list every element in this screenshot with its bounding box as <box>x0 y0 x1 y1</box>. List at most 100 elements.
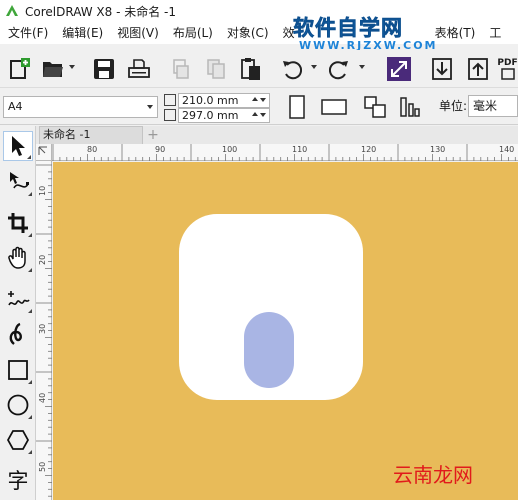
ruler-v-label: 10 <box>38 185 47 196</box>
ruler-h-label: 90 <box>155 145 166 154</box>
spin-down-icon[interactable] <box>260 113 266 117</box>
spin-up-icon[interactable] <box>252 97 258 101</box>
text-tool-icon: 字 <box>7 469 29 493</box>
width-icon <box>164 94 176 106</box>
ellipse-tool[interactable] <box>3 390 33 420</box>
print-icon <box>128 59 150 78</box>
height-field[interactable]: 297.0 mm <box>178 108 270 123</box>
menu-view[interactable]: 视图(V) <box>109 22 165 44</box>
text-tool[interactable]: 字 <box>3 465 33 495</box>
menu-layout[interactable]: 布局(L) <box>165 22 219 44</box>
undo-icon <box>283 61 303 80</box>
open-folder-icon <box>43 62 63 77</box>
paste-icon <box>241 58 260 80</box>
freehand-tool[interactable] <box>3 284 33 314</box>
current-page-icon <box>400 97 420 117</box>
horizontal-ruler[interactable]: 80 90 100 110 120 130 140 <box>52 144 518 161</box>
import-button[interactable] <box>430 56 454 82</box>
unit-select[interactable]: 毫米 <box>468 95 518 117</box>
cut-icon <box>173 59 189 79</box>
new-document-button[interactable] <box>6 56 32 82</box>
zoom-fit-button[interactable] <box>386 56 412 82</box>
standard-toolbar: PDF <box>0 50 518 88</box>
horizontal-ruler-ticks <box>52 144 516 161</box>
menu-table[interactable]: 表格(T) <box>427 22 482 44</box>
print-button[interactable] <box>126 56 152 82</box>
redo-dropdown-arrow[interactable] <box>359 65 365 69</box>
undo-button[interactable] <box>280 56 304 82</box>
coreldraw-icon <box>4 3 20 19</box>
artistic-media-tool[interactable] <box>3 319 33 349</box>
export-icon <box>468 58 488 80</box>
polygon-tool-icon <box>7 430 29 450</box>
height-value: 297.0 mm <box>182 109 239 122</box>
pan-tool[interactable] <box>3 243 33 273</box>
ruler-v-label: 50 <box>38 461 47 472</box>
pick-tool[interactable] <box>3 131 33 161</box>
unit-label: 单位: <box>439 99 468 113</box>
menu-effects[interactable]: 效 <box>275 22 301 44</box>
width-value: 210.0 mm <box>182 94 239 107</box>
page-size-select[interactable]: A4 <box>3 96 158 118</box>
landscape-icon <box>321 99 347 115</box>
all-pages-icon <box>364 96 386 118</box>
import-icon <box>432 58 452 80</box>
menu-object[interactable]: 对象(C) <box>219 22 275 44</box>
ruler-h-label: 120 <box>361 145 377 154</box>
current-page-button[interactable] <box>397 94 423 120</box>
open-button[interactable] <box>40 56 66 82</box>
blue-pill-shape[interactable] <box>244 312 294 388</box>
add-tab-icon[interactable]: + <box>146 128 160 142</box>
ruler-v-label: 30 <box>38 323 47 334</box>
freehand-tool-icon <box>8 291 30 306</box>
publish-pdf-button[interactable]: PDF <box>497 56 518 82</box>
publish-pdf-icon <box>500 68 515 80</box>
document-tab-label: 未命名 -1 <box>43 128 91 141</box>
width-field[interactable]: 210.0 mm <box>178 93 270 108</box>
flyout-indicator <box>28 450 32 454</box>
flyout-indicator <box>28 268 32 272</box>
ruler-h-label: 100 <box>222 145 238 154</box>
rectangle-tool[interactable] <box>3 355 33 385</box>
redo-button[interactable] <box>327 56 351 82</box>
flyout-indicator <box>28 233 32 237</box>
ellipse-tool-icon <box>7 394 29 416</box>
menu-bar: 文件(F) 编辑(E) 视图(V) 布局(L) 对象(C) 效 表格(T) 工 <box>0 22 518 44</box>
document-tab-bar: 未命名 -1 + <box>36 126 518 144</box>
flyout-indicator <box>28 415 32 419</box>
export-button[interactable] <box>466 56 490 82</box>
menu-tools[interactable]: 工 <box>481 22 507 44</box>
portrait-button[interactable] <box>285 94 309 120</box>
rectangle-tool-icon <box>8 360 28 380</box>
save-button[interactable] <box>91 56 117 82</box>
save-icon <box>94 59 114 79</box>
ruler-v-label: 20 <box>38 254 47 265</box>
drawing-canvas[interactable] <box>53 162 518 500</box>
undo-dropdown-arrow[interactable] <box>311 65 317 69</box>
polygon-tool[interactable] <box>3 425 33 455</box>
copy-icon <box>207 59 225 79</box>
cut-button[interactable] <box>168 56 192 82</box>
all-pages-button[interactable] <box>362 94 388 120</box>
document-tab[interactable]: 未命名 -1 <box>39 126 143 144</box>
height-icon <box>164 109 176 121</box>
vertical-ruler[interactable]: 10 20 30 40 50 <box>36 161 52 500</box>
menu-file[interactable]: 文件(F) <box>0 22 54 44</box>
paste-button[interactable] <box>238 56 264 82</box>
open-dropdown-arrow[interactable] <box>69 65 75 69</box>
pan-tool-icon <box>8 246 26 269</box>
ruler-origin[interactable] <box>36 144 52 161</box>
crop-tool[interactable] <box>3 208 33 238</box>
crop-tool-icon <box>8 213 28 233</box>
landscape-button[interactable] <box>320 94 348 120</box>
menu-edit[interactable]: 编辑(E) <box>54 22 109 44</box>
spin-down-icon[interactable] <box>260 98 266 102</box>
toolbox: 字 <box>0 126 36 500</box>
shape-tool[interactable] <box>3 167 33 197</box>
zoom-fit-icon <box>387 57 411 81</box>
spin-up-icon[interactable] <box>252 112 258 116</box>
ruler-h-label: 140 <box>499 145 515 154</box>
artistic-media-tool-icon <box>9 322 22 345</box>
copy-button[interactable] <box>204 56 228 82</box>
unit-value: 毫米 <box>473 99 498 113</box>
